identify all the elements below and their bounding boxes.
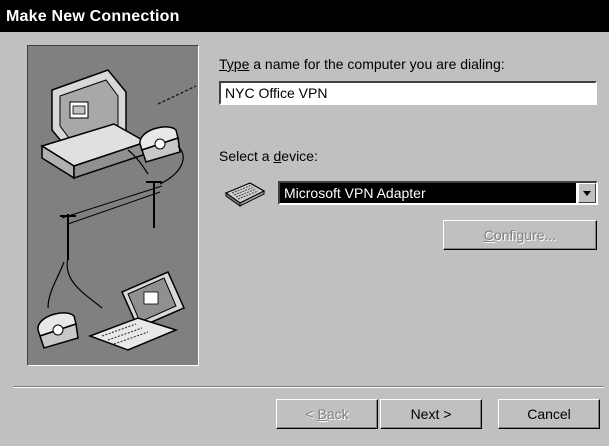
device-label-prefix: Select a (219, 148, 274, 164)
back-button-prefix: < (305, 405, 318, 422)
device-label: Select a device: (219, 148, 318, 164)
back-button[interactable]: < Back (276, 399, 378, 429)
network-adapter-icon (224, 182, 266, 207)
device-select[interactable]: Microsoft VPN Adapter (278, 181, 598, 205)
computer-name-input[interactable] (219, 81, 597, 105)
separator-highlight (14, 387, 604, 388)
make-new-connection-dialog: Make New Connection Type a name for the … (0, 0, 609, 446)
back-button-accel: B (317, 405, 327, 422)
computer-dialing-illustration-icon (37, 69, 197, 351)
computer-name-label-text: a name for the computer you are dialing: (249, 56, 505, 72)
title-bar[interactable]: Make New Connection (0, 0, 609, 32)
configure-button-text: onfigure... (493, 226, 557, 243)
device-select-value: Microsoft VPN Adapter (280, 183, 576, 203)
chevron-down-icon[interactable] (578, 183, 596, 203)
cancel-button[interactable]: Cancel (498, 399, 600, 429)
next-button[interactable]: Next > (380, 399, 482, 429)
device-label-rest: evice: (281, 148, 318, 164)
computer-name-label-accel: Type (219, 56, 250, 72)
back-button-text: ack (326, 405, 349, 422)
window-title: Make New Connection (6, 8, 180, 25)
configure-button-accel: C (483, 226, 494, 243)
configure-button[interactable]: Configure... (443, 220, 597, 250)
computer-name-label: Type a name for the computer you are dia… (219, 56, 505, 72)
illustration-panel (27, 45, 199, 366)
